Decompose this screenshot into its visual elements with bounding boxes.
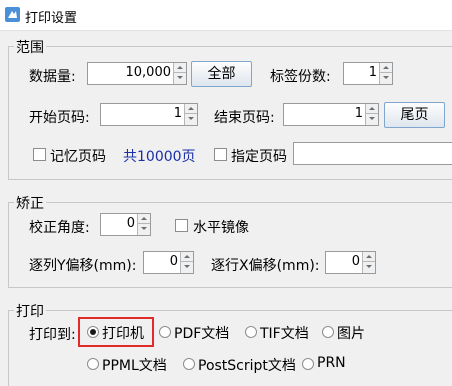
row-x-offset-label: 逐行X偏移(mm): — [211, 258, 320, 274]
quantity-label: 数据量: — [29, 69, 76, 85]
spinner-down-icon[interactable] — [185, 114, 197, 124]
spinner-up-icon[interactable] — [366, 104, 378, 114]
all-button[interactable]: 全部 — [191, 61, 252, 87]
spinner-up-icon[interactable] — [185, 104, 197, 114]
option-image-label: 图片 — [337, 326, 365, 342]
correction-group — [8, 202, 452, 288]
spinner-down-icon[interactable] — [138, 224, 150, 234]
row-x-offset-value: 0 — [351, 254, 360, 269]
range-group-title: 范围 — [14, 37, 46, 57]
column-y-offset-spinner-arrows — [180, 252, 193, 273]
total-pages-text: 共10000页 — [123, 149, 196, 165]
spinner-down-icon[interactable] — [181, 262, 193, 272]
label-copies-label: 标签份数: — [270, 69, 331, 85]
spinner-down-icon[interactable] — [363, 262, 375, 272]
specify-page-input[interactable] — [293, 142, 452, 165]
spinner-up-icon[interactable] — [380, 63, 392, 73]
column-y-offset-label: 逐列Y偏移(mm): — [29, 258, 137, 274]
spinner-down-icon[interactable] — [366, 114, 378, 124]
row-x-offset-spinner-arrows — [362, 252, 375, 273]
spinner-up-icon[interactable] — [181, 252, 193, 262]
window-title: 打印设置 — [25, 11, 78, 26]
remember-page-label: 记忆页码 — [50, 149, 106, 165]
spinner-up-icon[interactable] — [138, 214, 150, 224]
angle-spinner[interactable]: 0 — [100, 213, 151, 236]
radio-postscript[interactable] — [183, 358, 195, 370]
angle-label: 校正角度: — [29, 220, 90, 236]
end-page-value: 1 — [354, 106, 363, 121]
spinner-up-icon[interactable] — [174, 63, 186, 73]
last-page-button[interactable]: 尾页 — [384, 102, 445, 128]
label-copies-value: 1 — [368, 65, 377, 80]
specify-page-label: 指定页码 — [231, 149, 287, 165]
spinner-down-icon[interactable] — [174, 73, 186, 83]
label-copies-spinner[interactable]: 1 — [343, 62, 393, 85]
column-y-offset-value: 0 — [169, 254, 178, 269]
option-postscript-label: PostScript文档 — [198, 358, 296, 374]
specify-page-checkbox[interactable] — [214, 148, 227, 161]
app-logo-icon — [5, 7, 20, 22]
print-to-label: 打印到: — [29, 327, 76, 343]
row-x-offset-spinner[interactable]: 0 — [325, 251, 376, 274]
angle-value: 0 — [126, 216, 135, 231]
column-y-offset-spinner[interactable]: 0 — [143, 251, 194, 274]
option-printer-label: 打印机 — [102, 326, 144, 342]
radio-printer[interactable] — [87, 326, 99, 338]
end-page-label: 结束页码: — [214, 110, 275, 126]
label-copies-spinner-arrows — [379, 63, 392, 84]
quantity-spinner[interactable]: 10,000 — [87, 62, 187, 85]
option-tif-label: TIF文档 — [260, 326, 309, 342]
option-pdf-label: PDF文档 — [174, 326, 230, 342]
start-page-spinner-arrows — [184, 104, 197, 125]
end-page-spinner-arrows — [365, 104, 378, 125]
option-ppml-label: PPML文档 — [102, 358, 167, 374]
start-page-value: 1 — [173, 106, 182, 121]
remember-page-checkbox[interactable] — [33, 148, 46, 161]
start-page-label: 开始页码: — [29, 110, 90, 126]
quantity-value: 10,000 — [125, 65, 172, 80]
spinner-down-icon[interactable] — [380, 73, 392, 83]
option-prn-label: PRN — [317, 355, 346, 371]
spinner-up-icon[interactable] — [363, 252, 375, 262]
start-page-spinner[interactable]: 1 — [100, 103, 198, 126]
radio-prn[interactable] — [302, 358, 314, 370]
radio-ppml[interactable] — [87, 358, 99, 370]
horizontal-mirror-label: 水平镜像 — [193, 220, 249, 236]
radio-tif[interactable] — [245, 326, 257, 338]
title-bar: 打印设置 — [0, 0, 452, 31]
end-page-spinner[interactable]: 1 — [283, 103, 379, 126]
horizontal-mirror-checkbox[interactable] — [175, 219, 188, 232]
quantity-spinner-arrows — [173, 63, 186, 84]
radio-image[interactable] — [322, 326, 334, 338]
correction-group-title: 矫正 — [14, 193, 46, 213]
angle-spinner-arrows — [137, 214, 150, 235]
radio-pdf[interactable] — [159, 326, 171, 338]
print-group-title: 打印 — [14, 301, 46, 321]
